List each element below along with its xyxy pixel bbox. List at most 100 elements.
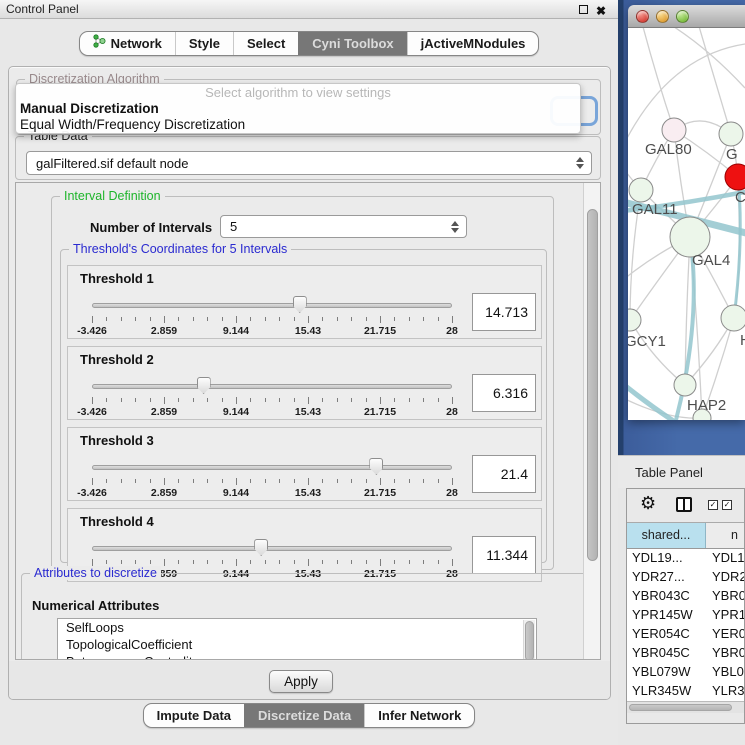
slider-tick <box>394 479 395 483</box>
attribute-list-item[interactable]: BetweennessCentrality <box>58 653 536 660</box>
network-edge[interactable] <box>698 28 731 134</box>
columns-icon[interactable] <box>676 497 692 512</box>
network-node-label: G <box>726 146 738 163</box>
threshold-value-field[interactable]: 14.713 <box>472 293 536 331</box>
network-edge-highlighted[interactable] <box>628 384 672 420</box>
tab-discretize-data[interactable]: Discretize Data <box>244 704 364 727</box>
table-row[interactable]: YBL079WYBL0 <box>627 663 745 682</box>
slider-thumb[interactable] <box>369 458 383 475</box>
cell-name[interactable]: YDR2 <box>706 568 745 587</box>
column-header-shared-name[interactable]: shared... <box>627 523 706 548</box>
slider-track[interactable] <box>92 384 452 389</box>
table-row[interactable]: YER054CYER0 <box>627 625 745 644</box>
slider-tick <box>236 316 237 323</box>
close-icon[interactable]: ✖ <box>596 2 606 20</box>
list-scrollbar[interactable] <box>523 620 535 660</box>
slider-thumb[interactable] <box>197 377 211 394</box>
threshold-value-field[interactable]: 11.344 <box>472 536 536 574</box>
network-node-gal80[interactable] <box>662 118 686 142</box>
panel-scrollbar-thumb[interactable] <box>587 209 598 561</box>
network-node-gal11[interactable] <box>629 178 653 202</box>
slider-scale-label: -3.426 <box>62 325 122 337</box>
slider-tick <box>452 478 453 485</box>
cell-name[interactable]: YER0 <box>706 625 745 644</box>
network-canvas[interactable]: GAL80GCGAL11GAL4HGCY1HAP2 <box>628 28 745 420</box>
cell-name[interactable]: YDL1 <box>706 549 745 568</box>
cell-name[interactable]: YBR0 <box>706 644 745 663</box>
network-edge[interactable] <box>630 320 685 385</box>
tab-infer-network[interactable]: Infer Network <box>364 704 474 727</box>
checkbox-icon[interactable]: ✓ <box>722 500 732 510</box>
apply-button[interactable]: Apply <box>269 670 333 693</box>
cell-shared-name[interactable]: YDL19... <box>627 549 706 568</box>
network-edge[interactable] <box>642 28 674 130</box>
cell-shared-name[interactable]: YBR045C <box>627 644 706 663</box>
network-node-h[interactable] <box>721 305 745 331</box>
table-row[interactable]: YLR345WYLR3 <box>627 682 745 701</box>
dropdown-option-manual-discretization[interactable]: Manual Discretization <box>20 101 576 117</box>
table-row[interactable]: YPR145WYPR1 <box>627 606 745 625</box>
checkbox-icon[interactable]: ✓ <box>708 500 718 510</box>
dropdown-option-equal-width-frequency[interactable]: Equal Width/Frequency Discretization <box>20 117 576 133</box>
tab-cyni-toolbox[interactable]: Cyni Toolbox <box>298 32 406 55</box>
cell-name[interactable]: YLR3 <box>706 682 745 701</box>
cell-shared-name[interactable]: YDR27... <box>627 568 706 587</box>
slider-thumb[interactable] <box>293 296 307 313</box>
cell-name[interactable]: YBL0 <box>706 663 745 682</box>
network-node-hap2[interactable] <box>674 374 696 396</box>
slider-track[interactable] <box>92 546 452 551</box>
network-edge[interactable] <box>668 28 745 88</box>
attribute-list-item[interactable]: TopologicalCoefficient <box>58 636 536 653</box>
minimize-traffic-light-icon[interactable] <box>656 10 669 23</box>
cell-name[interactable]: YPR1 <box>706 606 745 625</box>
attribute-list-item[interactable]: SelfLoops <box>58 619 536 636</box>
tab-impute-data[interactable]: Impute Data <box>144 704 244 727</box>
slider-tick <box>265 398 266 402</box>
table-data-combobox[interactable]: galFiltered.sif default node <box>26 151 592 175</box>
table-hscrollbar[interactable] <box>627 701 745 713</box>
tab-select[interactable]: Select <box>233 32 298 55</box>
cell-shared-name[interactable]: YPR145W <box>627 606 706 625</box>
cell-shared-name[interactable]: YBR043C <box>627 587 706 606</box>
network-node-c[interactable] <box>725 164 745 190</box>
slider-track[interactable] <box>92 465 452 470</box>
slider-thumb[interactable] <box>254 539 268 556</box>
threshold-value-field[interactable]: 21.4 <box>472 455 536 493</box>
panel-scrollbar-track[interactable] <box>583 183 601 660</box>
table-row[interactable]: YDR27...YDR2 <box>627 568 745 587</box>
table-row[interactable]: YDL19...YDL1 <box>627 549 745 568</box>
network-node-gcy1[interactable] <box>628 309 641 331</box>
slider-tick <box>164 397 165 404</box>
threshold-value-field[interactable]: 6.316 <box>472 374 536 412</box>
number-of-intervals-combobox[interactable]: 5 <box>220 215 467 238</box>
cell-shared-name[interactable]: YLR345W <box>627 682 706 701</box>
slider-scale-label: 9.144 <box>206 487 266 499</box>
slider-track[interactable] <box>92 303 452 308</box>
table-row[interactable]: YBR045CYBR0 <box>627 644 745 663</box>
numerical-attributes-list[interactable]: SelfLoopsTopologicalCoefficientBetweenne… <box>57 618 537 660</box>
slider-tick <box>207 398 208 402</box>
network-node-g[interactable] <box>719 122 743 146</box>
tab-jactivemnodules[interactable]: jActiveMNodules <box>407 32 539 55</box>
slider-tick <box>164 316 165 323</box>
slider-scale-label: 15.43 <box>278 406 338 418</box>
cell-shared-name[interactable]: YER054C <box>627 625 706 644</box>
slider-tick <box>322 317 323 321</box>
slider-scale-label: -3.426 <box>62 487 122 499</box>
network-view-window: GAL80GCGAL11GAL4HGCY1HAP2 <box>628 5 745 420</box>
tab-network[interactable]: Network <box>80 32 175 55</box>
column-header-name[interactable]: n <box>706 523 745 548</box>
zoom-traffic-light-icon[interactable] <box>676 10 689 23</box>
cell-shared-name[interactable]: YBL079W <box>627 663 706 682</box>
cell-name[interactable]: YBR0 <box>706 587 745 606</box>
float-window-icon[interactable] <box>579 5 588 14</box>
close-traffic-light-icon[interactable] <box>636 10 649 23</box>
table-row[interactable]: YBR043CYBR0 <box>627 587 745 606</box>
network-node-gal4[interactable] <box>670 217 710 257</box>
gear-icon[interactable]: ⚙ <box>640 493 656 514</box>
threshold-label: Threshold 2 <box>80 352 154 367</box>
network-window-titlebar[interactable] <box>628 5 745 28</box>
slider-tick <box>150 479 151 483</box>
slider-tick <box>150 398 151 402</box>
tab-style[interactable]: Style <box>175 32 233 55</box>
